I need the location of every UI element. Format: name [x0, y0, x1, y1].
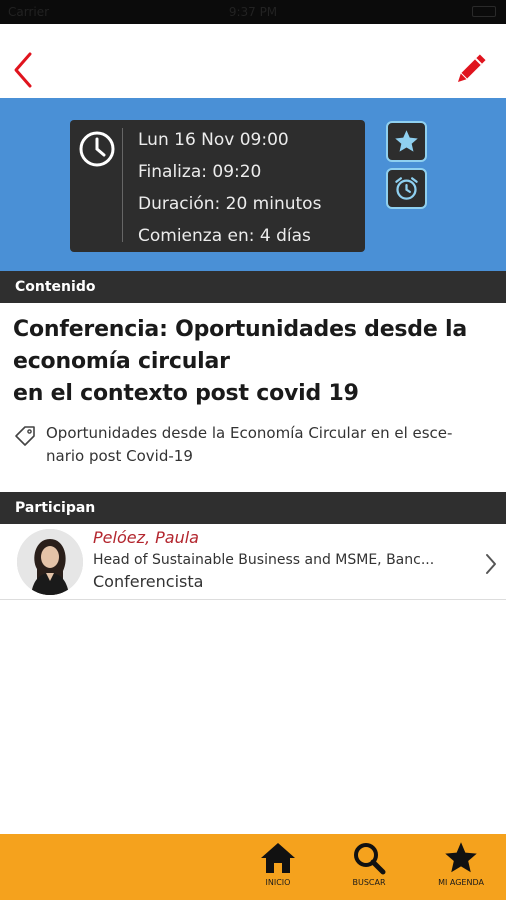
tag-icon	[15, 426, 35, 446]
event-title: Conferencia: Oportunidades desde la econ…	[13, 314, 493, 410]
home-icon	[261, 843, 295, 873]
participant-role: Head of Sustainable Business and MSME, B…	[93, 552, 435, 568]
tab-bar: INICIO BUSCAR MI AGENDA	[0, 834, 506, 900]
tab-mi-agenda[interactable]: MI AGENDA	[421, 834, 501, 900]
person-photo	[17, 529, 83, 595]
tag-text-line: Oportunidades desde la Economía Circular…	[46, 424, 453, 442]
event-starts-in: Comienza en: 4 días	[138, 226, 311, 246]
clock-icon	[79, 131, 115, 167]
event-end-time: Finaliza: 09:20	[138, 162, 262, 182]
search-icon	[354, 843, 386, 875]
status-bar: Carrier 9:37 PM	[0, 0, 506, 24]
participant-row[interactable]: Pelóez, Paula Head of Sustainable Busine…	[0, 524, 506, 600]
chevron-right-icon	[486, 554, 496, 574]
tab-inicio[interactable]: INICIO	[238, 834, 318, 900]
tab-label: BUSCAR	[352, 878, 386, 887]
event-title-line: en el contexto post covid 19	[13, 381, 359, 406]
navigation-bar	[0, 24, 506, 98]
event-title-line: economía circular	[13, 349, 230, 374]
alarm-clock-icon	[395, 177, 418, 200]
event-time-card: Lun 16 Nov 09:00 Finaliza: 09:20 Duració…	[70, 120, 365, 252]
participant-type: Conferencista	[93, 572, 204, 591]
avatar	[17, 529, 83, 595]
chevron-left-icon	[14, 52, 32, 88]
tab-label: INICIO	[265, 878, 291, 887]
section-header-content: Contenido	[0, 271, 506, 303]
participant-name: Pelóez, Paula	[93, 528, 199, 547]
card-divider	[122, 128, 123, 242]
status-time: 9:37 PM	[228, 5, 278, 19]
star-icon	[445, 842, 477, 873]
event-tag: Oportunidades desde la Economía Circular…	[46, 422, 496, 468]
event-title-line: Conferencia: Oportunidades desde la	[13, 317, 468, 342]
tag-text-line: nario post Covid-19	[46, 447, 193, 465]
star-icon	[395, 130, 418, 152]
reminder-button[interactable]	[386, 168, 427, 209]
tab-label: MI AGENDA	[438, 878, 484, 887]
pencil-icon	[457, 54, 486, 83]
event-header: Lun 16 Nov 09:00 Finaliza: 09:20 Duració…	[0, 98, 506, 271]
event-duration: Duración: 20 minutos	[138, 194, 322, 214]
edit-button[interactable]	[452, 52, 488, 88]
favorite-button[interactable]	[386, 121, 427, 162]
battery-icon	[472, 6, 496, 17]
back-button[interactable]	[10, 50, 38, 90]
section-header-participants: Participan	[0, 492, 506, 524]
event-date: Lun 16 Nov 09:00	[138, 130, 289, 150]
tab-buscar[interactable]: BUSCAR	[329, 834, 409, 900]
